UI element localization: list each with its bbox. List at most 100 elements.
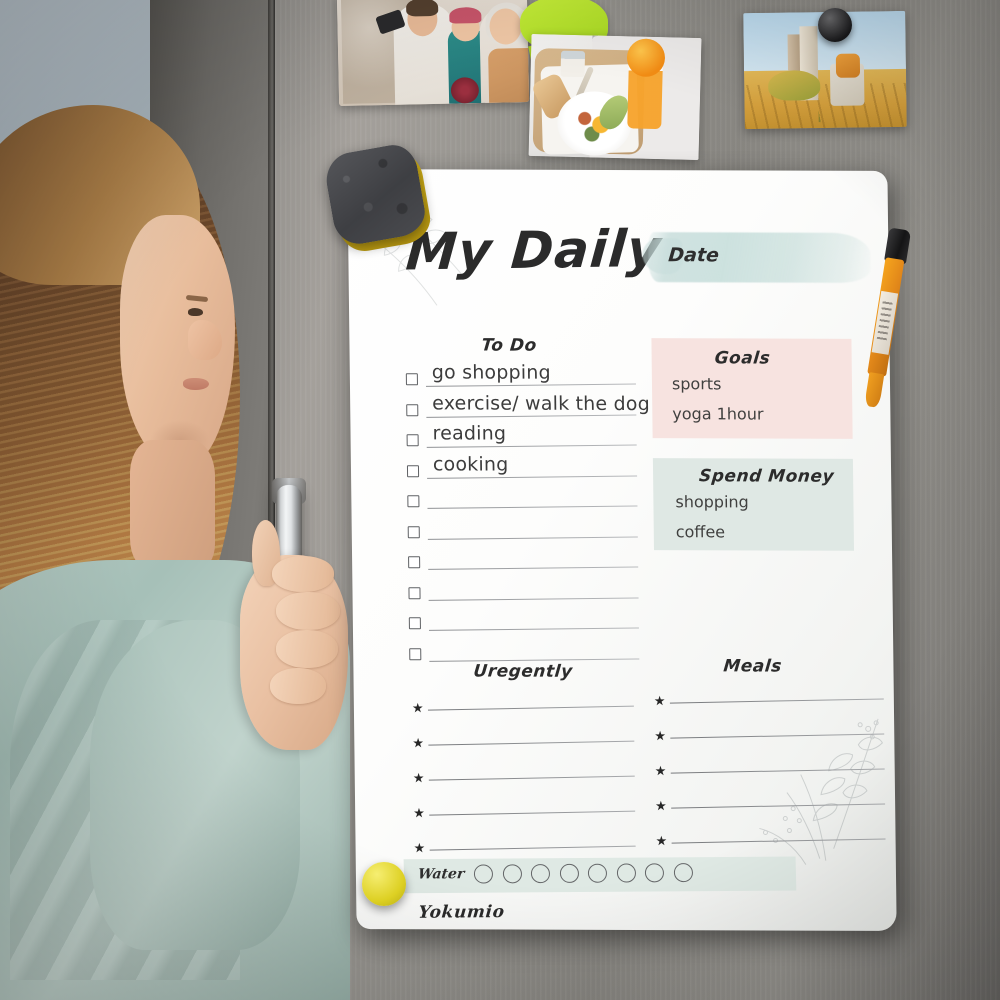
breakfast-photo [528,33,702,161]
checkbox-icon[interactable] [408,617,421,630]
checkbox-icon[interactable] [409,647,422,660]
urgently-row[interactable]: ★ [412,691,637,727]
todo-row[interactable] [408,548,639,579]
write-line [427,535,638,540]
write-line [425,383,636,388]
page-title: My Daily [403,219,664,283]
spend-money-heading: Spend Money [698,466,836,487]
spend-money-items: shopping coffee [675,492,749,552]
write-line [427,475,638,479]
meals-heading: Meals [722,656,783,677]
water-circle[interactable] [673,863,693,883]
neck [130,440,215,570]
water-circle[interactable] [644,863,665,883]
star-bullet-icon: ★ [412,735,425,751]
star-bullet-icon: ★ [654,763,667,779]
write-line [427,505,638,510]
eraser-felt-surface [322,141,429,248]
yellow-round-magnet[interactable] [362,862,406,906]
write-line [429,845,636,852]
urgently-row[interactable]: ★ [413,796,638,832]
water-circle[interactable] [502,864,522,884]
todo-row[interactable] [407,487,638,518]
write-line [428,596,639,601]
todo-row[interactable] [408,609,639,640]
todo-item-text: cooking [432,452,509,476]
todo-item-text: go shopping [431,361,551,384]
write-line [671,803,886,809]
meals-list[interactable]: ★ ★ ★ ★ ★ [654,684,888,860]
meals-row[interactable]: ★ [654,754,886,790]
finger [272,556,334,592]
write-line [428,566,639,571]
write-line [428,627,639,632]
water-circle[interactable] [530,864,551,884]
write-line [429,810,636,817]
write-line [428,740,635,747]
meals-row[interactable]: ★ [655,789,887,825]
write-line [669,698,884,704]
magnetic-whiteboard-planner[interactable]: My Daily Date To Do go shopping exercise… [347,169,897,931]
meals-row[interactable]: ★ [654,684,886,720]
water-circle[interactable] [587,863,608,883]
finger [276,630,338,668]
todo-heading: To Do [480,335,538,356]
water-circle[interactable] [473,864,494,884]
star-bullet-icon: ★ [412,770,425,786]
urgently-row[interactable]: ★ [412,726,637,762]
checkbox-icon[interactable] [406,434,419,447]
star-bullet-icon: ★ [655,798,667,814]
brand-logo-text: Yokumio [417,902,506,923]
water-circle[interactable] [616,863,636,883]
eye [188,308,203,316]
todo-row[interactable] [407,518,638,549]
todo-row[interactable] [408,579,639,610]
write-line [426,414,637,418]
checkbox-icon[interactable] [408,586,421,599]
water-tracker-circles[interactable] [473,863,693,884]
star-bullet-icon: ★ [653,693,666,709]
marker-tip [864,372,885,408]
black-round-magnet[interactable] [818,8,852,42]
woman-opening-fridge [0,0,350,1000]
water-circle[interactable] [559,863,579,883]
checkbox-icon[interactable] [407,525,420,538]
todo-item-text: reading [432,422,507,445]
write-line [670,768,885,774]
meals-row[interactable]: ★ [655,824,887,860]
scene-root: My Daily Date To Do go shopping exercise… [0,0,1000,1000]
checkbox-icon[interactable] [406,464,420,477]
checkbox-icon[interactable] [408,556,421,569]
goals-item: sports [671,374,722,394]
write-line [671,838,886,844]
finger [270,668,326,704]
lips [183,378,209,390]
star-bullet-icon: ★ [413,840,426,856]
checkbox-icon[interactable] [405,373,418,386]
water-label: Water [416,866,466,883]
todo-list[interactable]: go shopping exercise/ walk the dog readi… [405,361,650,671]
urgently-heading: Uregently [472,661,574,682]
urgently-row[interactable]: ★ [413,761,638,797]
spend-money-item: shopping [675,492,749,512]
write-line [428,775,635,782]
meals-row[interactable]: ★ [654,719,886,755]
checkbox-icon[interactable] [407,495,420,508]
write-line [427,705,634,712]
date-label: Date [667,244,720,267]
checkbox-icon[interactable] [406,403,419,416]
star-bullet-icon: ★ [654,728,667,744]
goals-heading: Goals [713,348,772,369]
finger [276,592,340,630]
goals-items: sports yoga 1hour [672,374,764,434]
star-bullet-icon: ★ [655,833,668,849]
todo-item-text: exercise/ walk the dog [432,391,651,415]
todo-row[interactable]: cooking [406,453,638,488]
urgently-list[interactable]: ★ ★ ★ ★ ★ [412,691,639,867]
write-line [670,733,885,739]
felt-eraser-sponge[interactable] [322,140,436,256]
star-bullet-icon: ★ [411,700,424,716]
family-selfie-photo [336,0,530,106]
write-line [426,444,637,449]
goals-item: yoga 1hour [672,404,764,424]
